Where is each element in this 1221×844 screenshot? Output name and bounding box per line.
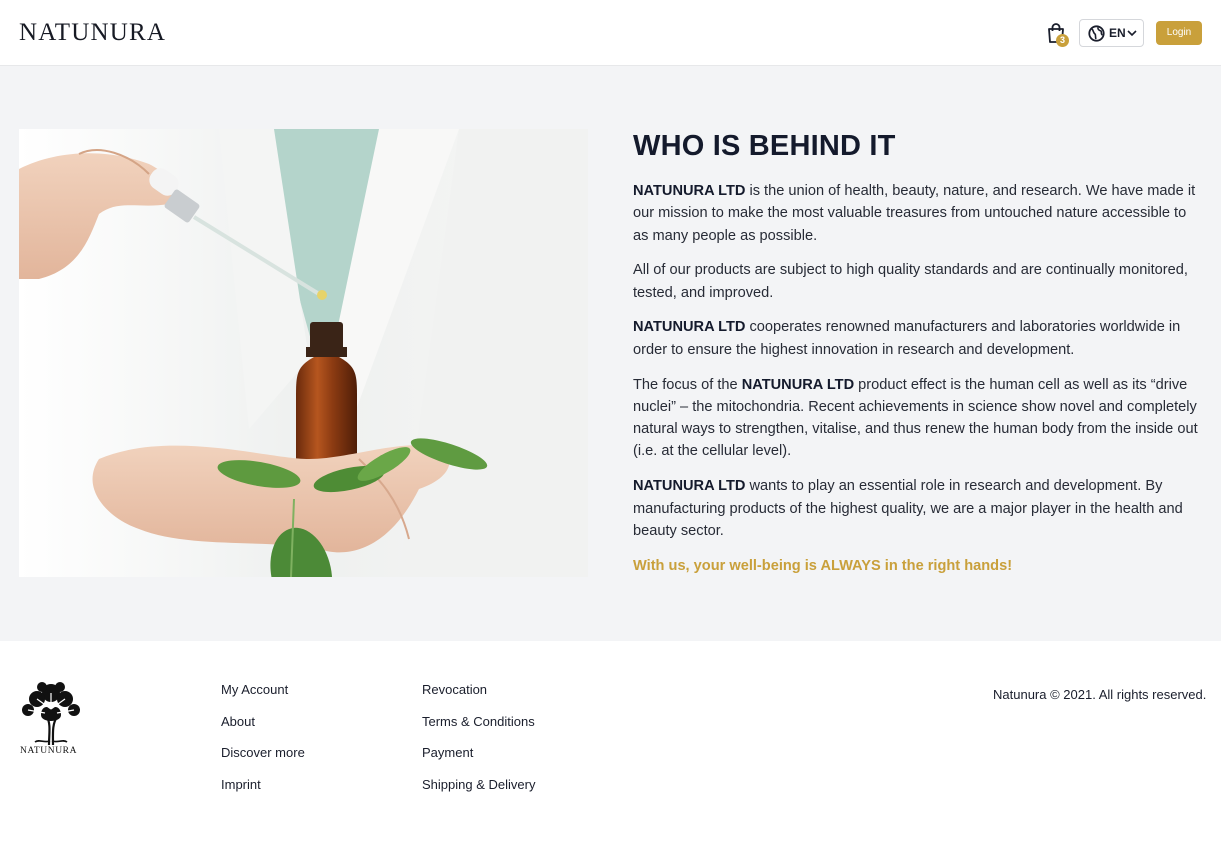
hero-image: [19, 129, 588, 577]
section-title: WHO IS BEHIND IT: [633, 130, 896, 162]
paragraph-text: The focus of the: [633, 376, 742, 393]
footer-link-about[interactable]: About: [221, 714, 255, 730]
footer-link-my-account[interactable]: My Account: [221, 682, 288, 698]
tree-logo-icon: [22, 682, 80, 746]
company-name: NATUNURA LTD: [633, 478, 746, 495]
cart-count-badge: 3: [1056, 34, 1069, 47]
about-section: WHO IS BEHIND IT NATUNURA LTD is the uni…: [0, 66, 1221, 641]
about-content: WHO IS BEHIND IT NATUNURA LTD is the uni…: [633, 128, 1205, 577]
tagline: With us, your well-being is ALWAYS in th…: [633, 557, 1013, 574]
paragraph-focus: The focus of the NATUNURA LTD product ef…: [633, 374, 1205, 463]
cart-button[interactable]: 3: [1046, 22, 1070, 48]
paragraph-intro: NATUNURA LTD is the union of health, bea…: [633, 180, 1205, 247]
language-selector[interactable]: EN: [1079, 19, 1144, 47]
company-name: NATUNURA LTD: [633, 319, 746, 336]
chevron-down-icon: [1127, 30, 1137, 37]
footer-link-imprint[interactable]: Imprint: [221, 777, 261, 793]
paragraph-quality: All of our products are subject to high …: [633, 259, 1205, 304]
copyright-text: Natunura © 2021. All rights reserved.: [993, 687, 1207, 702]
paragraph-role: NATUNURA LTD wants to play an essential …: [633, 475, 1205, 542]
footer-link-discover-more[interactable]: Discover more: [221, 745, 305, 761]
site-footer: NATUNURA My Account About Discover more …: [0, 641, 1221, 844]
paragraph-text: All of our products are subject to high …: [633, 262, 1188, 301]
footer-link-revocation[interactable]: Revocation: [422, 682, 487, 698]
footer-link-terms[interactable]: Terms & Conditions: [422, 714, 535, 730]
footer-logo[interactable]: NATUNURA: [19, 679, 83, 757]
site-header: NATUNURA 3 EN Login: [0, 0, 1221, 66]
globe-icon: [1088, 25, 1105, 42]
brand-logo[interactable]: NATUNURA: [19, 19, 166, 47]
footer-link-payment[interactable]: Payment: [422, 745, 473, 761]
footer-link-shipping[interactable]: Shipping & Delivery: [422, 777, 535, 793]
pipette-bottle-illustration: [19, 129, 588, 577]
paragraph-cooperation: NATUNURA LTD cooperates renowned manufac…: [633, 316, 1205, 361]
login-button[interactable]: Login: [1156, 21, 1202, 45]
company-name: NATUNURA LTD: [741, 376, 855, 393]
company-name: NATUNURA LTD: [633, 183, 746, 199]
language-code: EN: [1109, 26, 1126, 40]
footer-logo-text: NATUNURA: [20, 746, 78, 756]
